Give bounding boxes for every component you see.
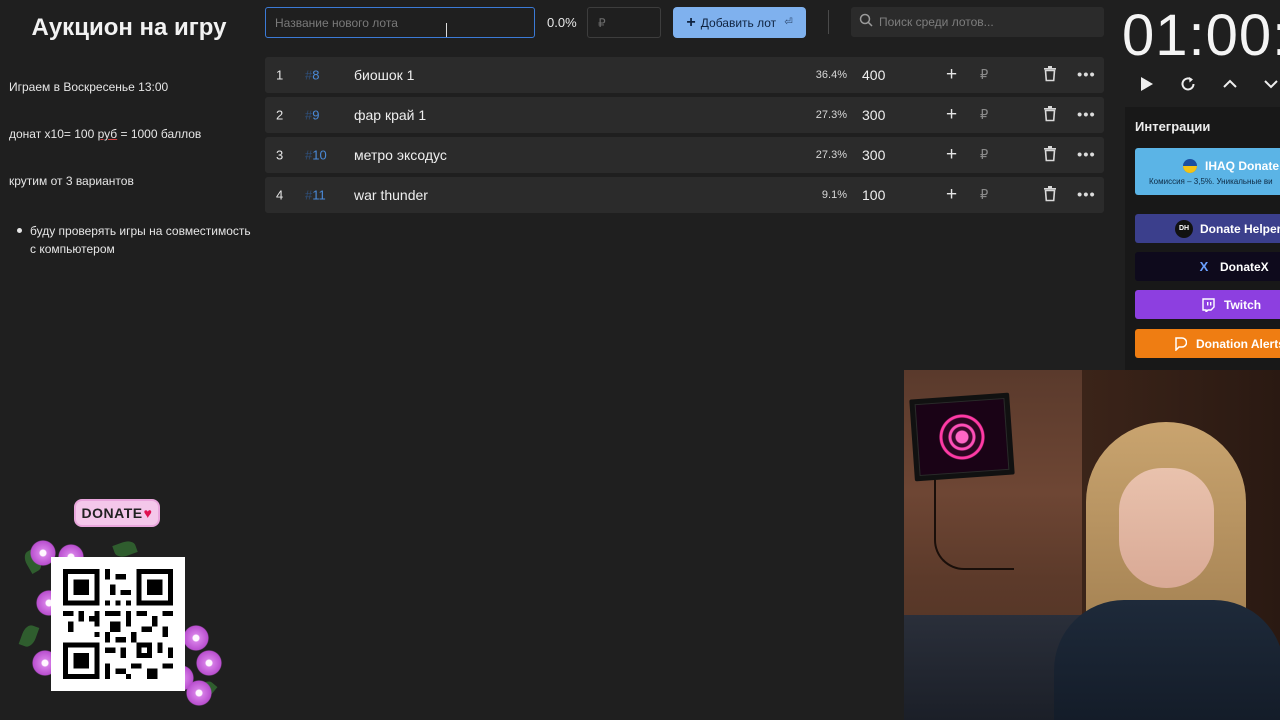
- integration-donate-helper[interactable]: DH Donate Helper: [1135, 214, 1280, 243]
- integration-donatex[interactable]: X DonateX: [1135, 252, 1280, 281]
- toolbar-divider: [828, 10, 829, 34]
- more-icon[interactable]: •••: [1077, 187, 1096, 204]
- lot-percent: 36.4%: [815, 69, 847, 81]
- lot-search[interactable]: [851, 7, 1104, 37]
- add-lot-button[interactable]: + Добавить лот ⏎: [673, 7, 806, 38]
- trash-icon[interactable]: [1043, 186, 1057, 205]
- add-amount-button[interactable]: +: [946, 104, 957, 126]
- left-panel: Аукцион на игру Играем в Воскресенье 13:…: [0, 0, 260, 720]
- schedule-note: Играем в Воскресенье 13:00: [9, 80, 169, 94]
- lot-currency[interactable]: ₽: [980, 187, 988, 203]
- twitch-icon: [1199, 296, 1217, 314]
- lot-percent: 27.3%: [815, 109, 847, 121]
- lot-id: #8: [305, 67, 320, 83]
- lot-row: 1 #8 биошок 1 36.4% 400 + ₽ •••: [265, 57, 1104, 93]
- lot-amount[interactable]: 300: [862, 147, 885, 163]
- add-lot-label: Добавить лот: [700, 15, 777, 30]
- page-title: Аукцион на игру: [31, 14, 227, 41]
- text-cursor: [446, 23, 450, 37]
- new-lot-name-input[interactable]: [265, 7, 535, 38]
- lot-name[interactable]: war thunder: [354, 187, 428, 203]
- integration-twitch[interactable]: Twitch: [1135, 290, 1280, 319]
- more-icon[interactable]: •••: [1077, 67, 1096, 84]
- tv-screen-image: [909, 392, 1015, 482]
- enter-key-icon: ⏎: [784, 17, 793, 28]
- donation-alerts-icon: [1171, 335, 1189, 353]
- add-amount-button[interactable]: +: [946, 64, 957, 86]
- trash-icon[interactable]: [1043, 106, 1057, 125]
- add-amount-button[interactable]: +: [946, 144, 957, 166]
- lot-index: 2: [276, 107, 284, 123]
- integration-donation-alerts[interactable]: Donation Alerts: [1135, 329, 1280, 358]
- lot-name[interactable]: биошок 1: [354, 67, 414, 83]
- trash-icon[interactable]: [1043, 146, 1057, 165]
- integrations-panel: Интеграции IHAQ Donate Комиссия – 3,5%. …: [1125, 107, 1280, 370]
- new-lot-amount-input[interactable]: [587, 7, 661, 38]
- lot-row: 2 #9 фар край 1 27.3% 300 + ₽ •••: [265, 97, 1104, 133]
- play-icon[interactable]: [1135, 72, 1159, 96]
- lot-index: 4: [276, 187, 284, 203]
- lot-amount[interactable]: 100: [862, 187, 885, 203]
- more-icon[interactable]: •••: [1077, 147, 1096, 164]
- lot-row: 3 #10 метро эксодус 27.3% 300 + ₽ •••: [265, 137, 1104, 173]
- lot-amount[interactable]: 300: [862, 107, 885, 123]
- search-icon: [859, 13, 873, 32]
- more-icon[interactable]: •••: [1077, 107, 1096, 124]
- donatex-icon: X: [1199, 259, 1209, 274]
- lot-percent: 27.3%: [815, 149, 847, 161]
- webcam-overlay: [904, 370, 1280, 720]
- donate-badge: DONATE ♥: [74, 499, 160, 527]
- lot-index: 1: [276, 67, 284, 83]
- compatibility-note: буду проверять игры на совместимость с к…: [17, 222, 252, 258]
- lot-index: 3: [276, 147, 284, 163]
- chevron-down-icon[interactable]: [1259, 72, 1280, 96]
- lot-id: #9: [305, 107, 320, 123]
- lot-id: #11: [305, 187, 326, 203]
- lot-currency[interactable]: ₽: [980, 107, 988, 123]
- reset-icon[interactable]: [1176, 72, 1200, 96]
- qr-code-decoration: [18, 530, 223, 720]
- lot-list: 1 #8 биошок 1 36.4% 400 + ₽ ••• 2 #9 фар…: [265, 57, 1104, 217]
- integrations-title: Интеграции: [1135, 119, 1211, 134]
- lot-row: 4 #11 war thunder 9.1% 100 + ₽ •••: [265, 177, 1104, 213]
- spin-note: крутим от 3 вариантов: [9, 174, 134, 188]
- auction-timer: 01:00:0: [1122, 3, 1280, 68]
- lot-percent: 9.1%: [821, 189, 847, 201]
- ihaq-subtitle: Комиссия – 3,5%. Уникальные ви: [1149, 177, 1273, 186]
- search-input[interactable]: [879, 15, 1099, 29]
- integration-ihaq-donate[interactable]: IHAQ Donate Комиссия – 3,5%. Уникальные …: [1135, 148, 1280, 195]
- ihaq-logo-icon: [1181, 157, 1199, 175]
- donate-helper-icon: DH: [1175, 219, 1193, 238]
- lot-currency[interactable]: ₽: [980, 147, 988, 163]
- lot-amount[interactable]: 400: [862, 67, 885, 83]
- add-amount-button[interactable]: +: [946, 184, 957, 206]
- new-lot-percent: 0.0%: [547, 15, 577, 30]
- chevron-up-icon[interactable]: [1218, 72, 1242, 96]
- qr-code: [51, 557, 185, 691]
- lot-currency[interactable]: ₽: [980, 67, 988, 83]
- lot-name[interactable]: метро эксодус: [354, 147, 447, 163]
- lot-name[interactable]: фар край 1: [354, 107, 426, 123]
- trash-icon[interactable]: [1043, 66, 1057, 85]
- donate-rate-note: донат x10= 100 руб = 1000 баллов: [9, 127, 202, 141]
- heart-icon: ♥: [143, 505, 153, 521]
- lot-id: #10: [305, 147, 327, 163]
- plus-icon: +: [686, 13, 696, 31]
